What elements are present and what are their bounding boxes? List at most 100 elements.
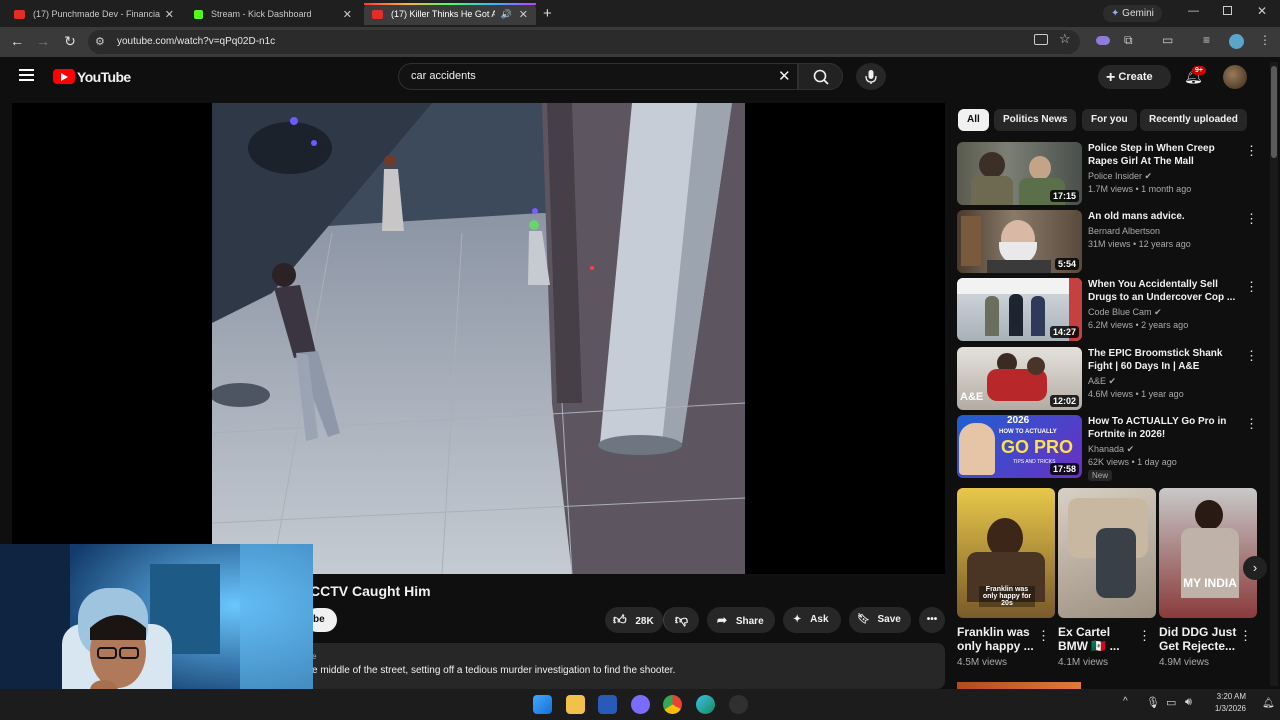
shorts-title[interactable]: Ex Cartel BMW 🇲🇽 ... [1058, 625, 1138, 653]
gemini-button[interactable]: ✦ Gemini [1103, 5, 1162, 22]
cctv-video-frame[interactable] [212, 103, 745, 574]
channel-line[interactable]: Police Insider ✔ [1088, 171, 1152, 182]
recommendation-item[interactable]: 5:54 An old mans advice. Bernard Alberts… [957, 210, 1267, 274]
back-arrow-icon[interactable]: ← [8, 33, 26, 49]
channel-name[interactable]: Bernard Albertson [1088, 226, 1160, 236]
close-tab-icon[interactable]: ✕ [165, 8, 174, 21]
microphone-tray-icon[interactable]: 🎙︎ [1146, 696, 1160, 709]
discord-icon[interactable] [631, 695, 650, 714]
url-text[interactable]: youtube.com/watch?v=qPq02D-n1c [117, 36, 275, 47]
shorts-thumbnail[interactable] [1058, 488, 1156, 618]
browser-tab-punchmade[interactable]: (17) Punchmade Dev - Financia ✕ [6, 3, 182, 25]
video-title[interactable]: Police Step in When Creep Rapes Girl At … [1088, 142, 1238, 168]
restore-window-icon[interactable] [1223, 6, 1232, 15]
account-avatar[interactable] [1223, 65, 1247, 89]
channel-name[interactable]: Code Blue Cam [1088, 307, 1152, 317]
video-title[interactable]: An old mans advice. [1088, 210, 1238, 223]
channel-name[interactable]: A&E [1088, 376, 1106, 386]
extensions-puzzle-icon[interactable]: ⧉ [1124, 33, 1133, 48]
video-title[interactable]: The EPIC Broomstick Shank Fight | 60 Day… [1088, 347, 1238, 373]
scrollbar-thumb[interactable] [1271, 66, 1277, 158]
audio-playing-icon[interactable]: 🔊 [501, 9, 512, 20]
like-button[interactable]: 👍︎ 28K [605, 607, 663, 633]
shorts-title[interactable]: Did DDG Just Get Rejecte... [1159, 625, 1239, 653]
install-app-icon[interactable] [1034, 34, 1048, 45]
video-title[interactable]: How To ACTUALLY Go Pro in Fortnite in 20… [1088, 415, 1238, 441]
more-options-icon[interactable]: ⋮ [1245, 348, 1258, 364]
video-thumbnail[interactable]: 17:15 [957, 142, 1082, 205]
close-tab-icon[interactable]: ✕ [519, 8, 528, 21]
split-view-icon[interactable]: ▭ [1162, 33, 1173, 47]
youtube-logo-text[interactable]: YouTube [77, 69, 131, 85]
reload-icon[interactable]: ↻ [61, 33, 79, 50]
volume-icon[interactable]: 🔊︎ [1185, 696, 1192, 709]
save-button[interactable]: 🔖︎ Save [849, 607, 911, 633]
shorts-title[interactable]: Franklin was only happy ... [957, 625, 1037, 653]
show-hidden-icons-icon[interactable]: ^ [1123, 696, 1128, 707]
chip-all[interactable]: All [958, 109, 989, 131]
browser-tab-kick[interactable]: Stream - Kick Dashboard ✕ [186, 3, 360, 25]
recommendation-item[interactable]: 2026 HOW TO ACTUALLY GO PRO TIPS AND TRI… [957, 415, 1267, 485]
channel-line[interactable]: Code Blue Cam ✔ [1088, 307, 1162, 318]
clock-time[interactable]: 3:20 AM [1206, 692, 1246, 701]
shorts-thumbnail[interactable]: Franklin was only happy for 20s [957, 488, 1055, 618]
close-tab-icon[interactable]: ✕ [343, 8, 352, 21]
forward-arrow-icon[interactable]: → [34, 33, 52, 49]
channel-name[interactable]: Khanada [1088, 444, 1124, 454]
more-options-icon[interactable]: ⋮ [1138, 628, 1151, 644]
bookmark-star-icon[interactable]: ☆ [1059, 31, 1071, 47]
recommendation-item[interactable]: 14:27 When You Accidentally Sell Drugs t… [957, 278, 1267, 342]
shorts-thumbnail[interactable]: MY INDIA [1159, 488, 1257, 618]
chrome-icon[interactable] [663, 695, 682, 714]
recommendation-item[interactable]: 17:15 Police Step in When Creep Rapes Gi… [957, 142, 1267, 206]
edge-icon[interactable] [696, 695, 715, 714]
clear-search-icon[interactable]: ✕ [778, 67, 791, 85]
shorts-next-button[interactable]: › [1243, 556, 1267, 580]
next-recommendation-thumbnail[interactable] [957, 682, 1081, 689]
minimize-window-icon[interactable]: — [1188, 5, 1199, 17]
video-thumbnail[interactable]: 2026 HOW TO ACTUALLY GO PRO TIPS AND TRI… [957, 415, 1082, 478]
channel-line[interactable]: Khanada ✔ [1088, 444, 1134, 455]
network-icon[interactable]: ▭ [1166, 696, 1176, 709]
more-options-icon[interactable]: ⋮ [1245, 279, 1258, 295]
clock-date[interactable]: 1/3/2026 [1206, 704, 1246, 713]
dislike-button[interactable]: 👎︎ [663, 607, 699, 633]
more-options-icon[interactable]: ⋮ [1245, 211, 1258, 227]
chip-recently-uploaded[interactable]: Recently uploaded [1140, 109, 1247, 131]
more-options-icon[interactable]: ⋮ [1239, 628, 1252, 644]
voice-search-button[interactable] [856, 63, 886, 90]
share-button[interactable]: ➦ Share [707, 607, 775, 633]
video-thumbnail[interactable]: A&E 12:02 [957, 347, 1082, 410]
ask-button[interactable]: ✦ Ask [783, 607, 841, 633]
hamburger-menu-icon[interactable] [19, 69, 34, 81]
browser-tab-active[interactable]: (17) Killer Thinks He Got Aw 🔊 ✕ [364, 3, 536, 25]
windows-start-icon[interactable] [533, 695, 552, 714]
more-actions-button[interactable]: ••• [919, 607, 945, 633]
video-thumbnail[interactable]: 5:54 [957, 210, 1082, 273]
search-button[interactable] [798, 63, 843, 90]
search-input[interactable]: car accidents [411, 70, 476, 82]
video-thumbnail[interactable]: 14:27 [957, 278, 1082, 341]
file-explorer-icon[interactable] [566, 695, 585, 714]
media-controls-icon[interactable]: ≡ [1203, 33, 1210, 47]
more-options-icon[interactable]: ⋮ [1245, 143, 1258, 159]
more-options-icon[interactable]: ⋮ [1245, 416, 1258, 432]
channel-line[interactable]: A&E ✔ [1088, 376, 1116, 387]
notification-center-icon[interactable]: 🔔︎ [1262, 698, 1275, 709]
channel-name[interactable]: Police Insider [1088, 171, 1142, 181]
close-window-icon[interactable]: ✕ [1257, 4, 1267, 18]
chip-politics-news[interactable]: Politics News [994, 109, 1077, 131]
recommendation-item[interactable]: A&E 12:02 The EPIC Broomstick Shank Figh… [957, 347, 1267, 411]
obs-icon[interactable] [729, 695, 748, 714]
chip-for-you[interactable]: For you [1082, 109, 1137, 131]
new-tab-button[interactable]: + [543, 5, 552, 22]
browser-menu-icon[interactable]: ⋮ [1259, 33, 1271, 47]
site-info-icon[interactable]: ⚙ [95, 35, 105, 48]
create-button[interactable]: + Create [1098, 65, 1171, 89]
more-options-icon[interactable]: ⋮ [1037, 628, 1050, 644]
microsoft-store-icon[interactable] [598, 695, 617, 714]
profile-avatar-icon[interactable] [1229, 34, 1244, 49]
youtube-logo-icon[interactable] [53, 69, 75, 84]
extension-icon[interactable] [1096, 36, 1110, 45]
video-title[interactable]: When You Accidentally Sell Drugs to an U… [1088, 278, 1238, 304]
